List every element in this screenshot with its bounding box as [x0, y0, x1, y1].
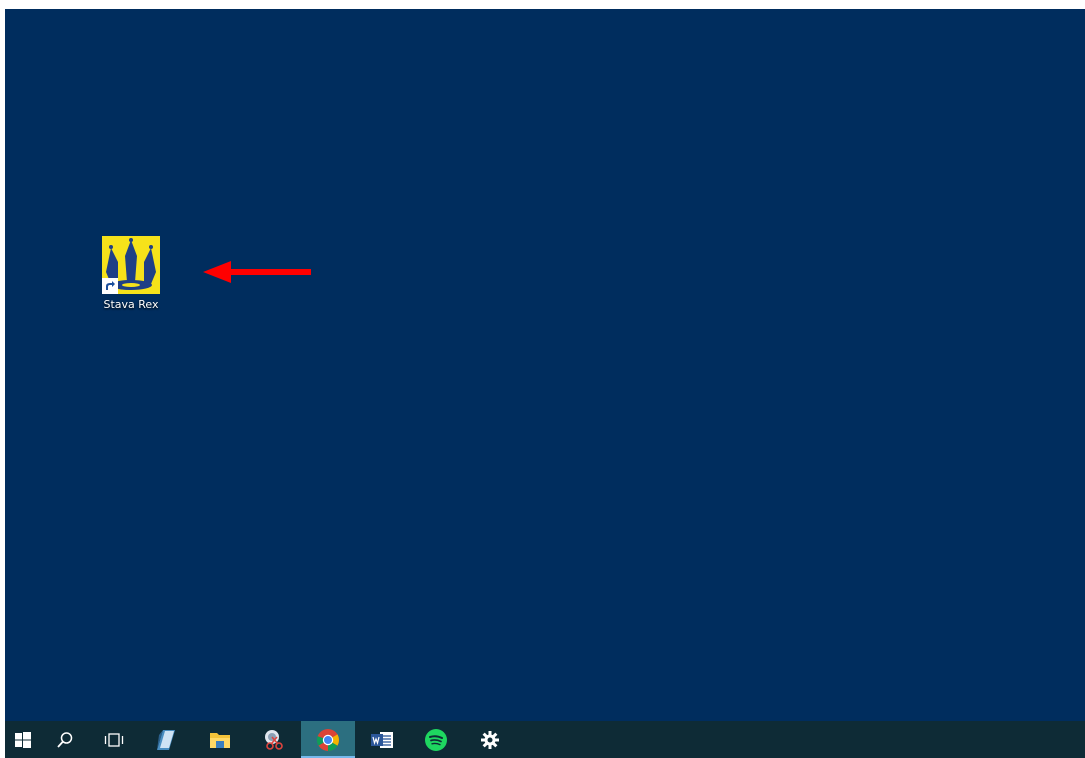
- file-explorer-icon: [210, 732, 230, 748]
- taskbar-app-chrome[interactable]: [301, 721, 355, 758]
- desktop-icon-stava-rex[interactable]: Stava Rex: [93, 236, 169, 311]
- taskbar-app-notes[interactable]: [139, 721, 193, 758]
- notes-app-icon: [157, 729, 175, 750]
- desktop: Stava Rex: [5, 9, 1085, 721]
- chrome-icon: [316, 728, 339, 751]
- task-view-icon: [104, 732, 124, 747]
- taskbar-app-word[interactable]: [355, 721, 409, 758]
- shortcut-arrow-icon: [102, 278, 118, 294]
- snipping-tool-icon: [265, 729, 283, 750]
- windows-start-icon: [15, 731, 31, 748]
- start-button[interactable]: [5, 721, 41, 758]
- taskbar-app-snipping-tool[interactable]: [247, 721, 301, 758]
- spotify-icon: [425, 728, 447, 751]
- taskbar-app-spotify[interactable]: [409, 721, 463, 758]
- search-button[interactable]: [41, 721, 89, 758]
- task-view-button[interactable]: [89, 721, 139, 758]
- stava-rex-icon: [102, 236, 160, 294]
- word-icon: [371, 731, 393, 748]
- search-icon: [57, 731, 73, 748]
- taskbar-app-settings[interactable]: [463, 721, 517, 758]
- red-arrow-annotation: [203, 261, 311, 283]
- desktop-icon-label: Stava Rex: [103, 298, 159, 311]
- taskbar-app-file-explorer[interactable]: [193, 721, 247, 758]
- settings-gear-icon: [481, 730, 499, 749]
- taskbar: [5, 721, 1085, 758]
